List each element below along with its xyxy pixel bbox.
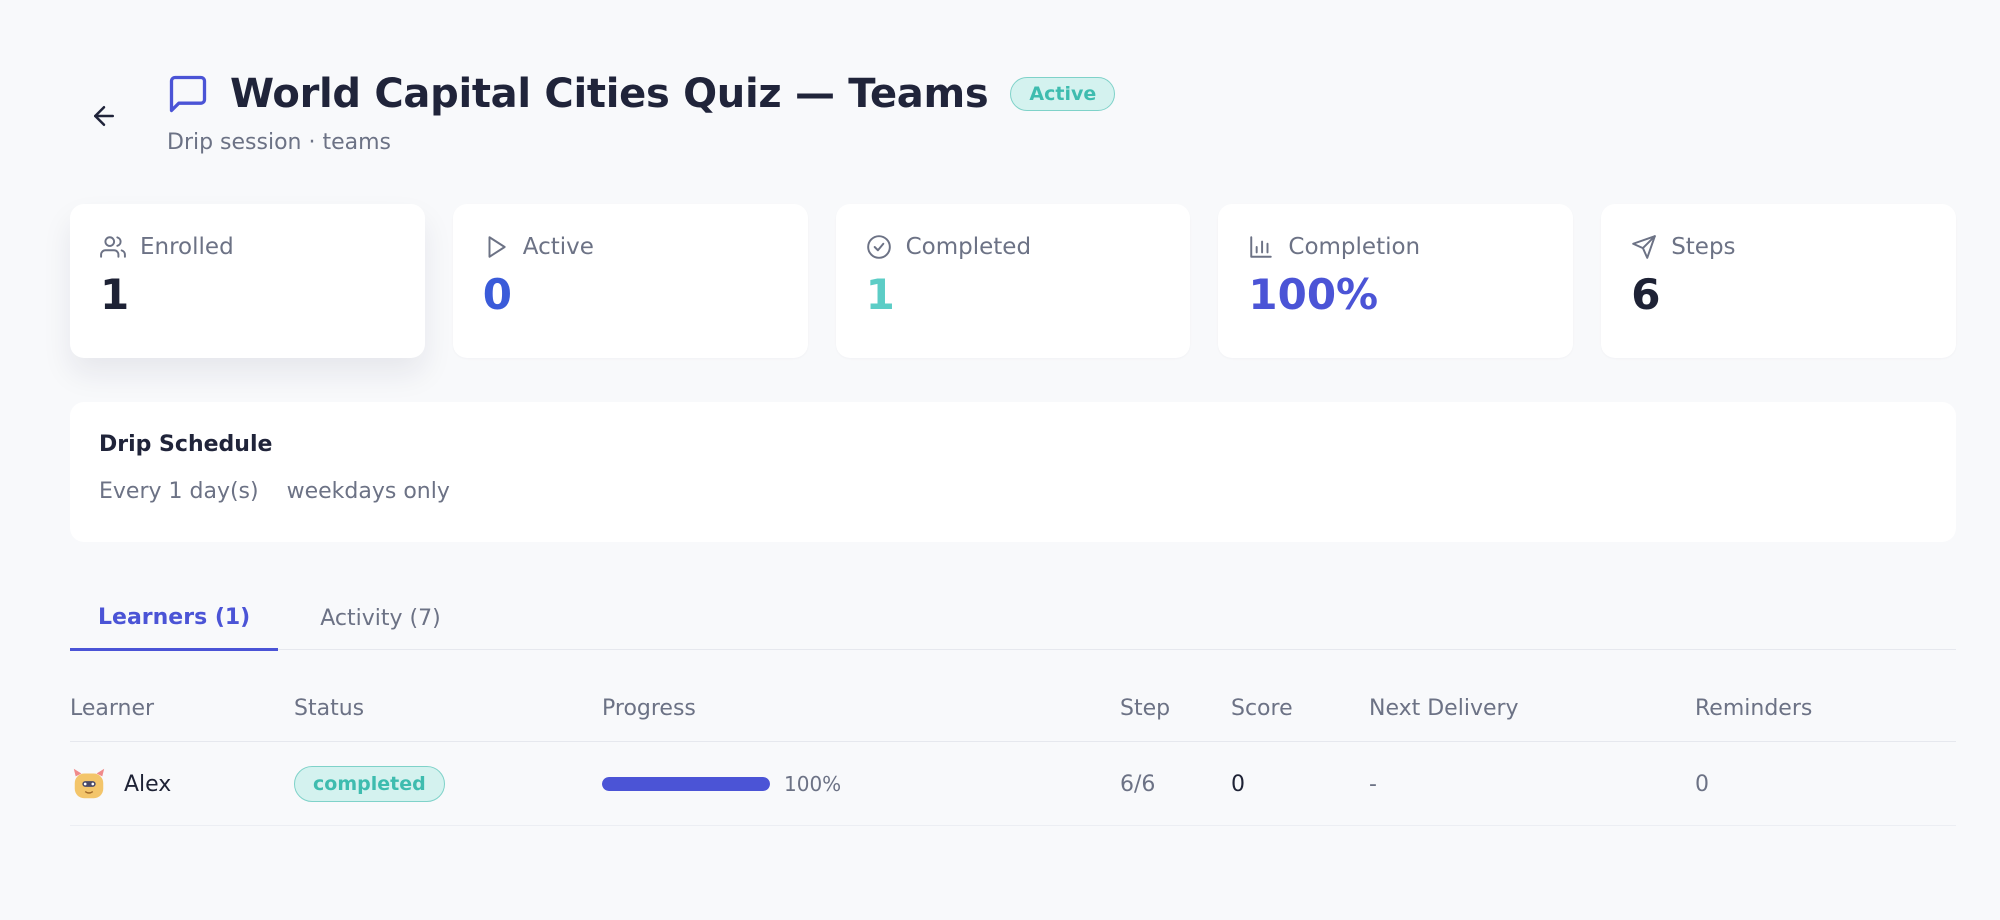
stat-card-active: Active 0 — [452, 204, 808, 358]
users-icon — [100, 236, 126, 258]
tab-bar: Learners (1) Activity (7) — [70, 586, 1956, 651]
stat-card-enrolled: Enrolled 1 — [70, 204, 425, 358]
back-button[interactable] — [80, 92, 128, 140]
score-cell: 0 — [1231, 771, 1245, 797]
stat-value: 100% — [1248, 270, 1379, 319]
reminders-cell: 0 — [1695, 771, 1709, 797]
stat-value: 0 — [482, 270, 513, 319]
tab-learners[interactable]: Learners (1) — [70, 586, 279, 651]
progress-cell: 100% — [602, 742, 841, 826]
title-row: World Capital Cities Quiz — Teams Active — [166, 70, 1116, 118]
column-header-next-delivery[interactable]: Next Delivery — [1369, 696, 1519, 721]
stat-card-completion: Completion 100% — [1218, 204, 1574, 358]
drip-schedule-card: Drip Schedule Every 1 day(s) weekdays on… — [70, 402, 1956, 542]
learner-cell: Alex — [70, 742, 171, 826]
page-subtitle: Drip session · teams — [167, 130, 392, 155]
next-delivery-cell: - — [1369, 771, 1377, 797]
stat-value: 1 — [865, 270, 895, 319]
play-icon — [488, 236, 506, 258]
stat-card-steps: Steps 6 — [1601, 204, 1956, 358]
status-badge: Active — [1010, 77, 1116, 111]
stat-card-completed: Completed 1 — [835, 204, 1191, 358]
column-header-learner[interactable]: Learner — [70, 696, 154, 721]
stat-label: Active — [522, 234, 594, 260]
tab-activity[interactable]: Activity (7) — [292, 586, 468, 650]
stats-row: Enrolled 1 Active 0 Completed 1 Completi… — [70, 204, 1956, 358]
stat-label: Completion — [1288, 234, 1421, 260]
stat-label: Completed — [905, 234, 1032, 260]
avatar — [73, 768, 105, 799]
column-header-step[interactable]: Step — [1120, 696, 1170, 721]
progress-bar-fill — [602, 777, 770, 791]
column-header-progress[interactable]: Progress — [602, 696, 696, 721]
schedule-frequency: Every 1 day(s) — [99, 479, 259, 504]
step-cell: 6/6 — [1120, 771, 1156, 797]
status-badge: completed — [294, 766, 445, 802]
learner-name: Alex — [124, 771, 172, 797]
learners-table: Learner Status Progress Step Score Next … — [70, 680, 1956, 826]
schedule-details: Every 1 day(s) weekdays only — [99, 479, 1927, 504]
page-title: World Capital Cities Quiz — Teams — [230, 71, 989, 117]
schedule-constraint: weekdays only — [286, 479, 450, 504]
table-row[interactable]: Alex completed 100% 6/6 0 - 0 — [70, 742, 1956, 826]
stat-value: 1 — [100, 270, 130, 319]
message-square-icon — [166, 72, 210, 116]
bar-chart-icon — [1250, 236, 1273, 258]
table-header: Learner Status Progress Step Score Next … — [70, 680, 1956, 742]
column-header-status[interactable]: Status — [294, 696, 364, 721]
stat-value: 6 — [1631, 270, 1661, 319]
progress-bar — [602, 777, 770, 791]
arrow-left-icon — [94, 106, 114, 126]
column-header-reminders[interactable]: Reminders — [1695, 696, 1812, 721]
progress-percent: 100% — [784, 772, 842, 796]
column-header-score[interactable]: Score — [1231, 696, 1293, 721]
stat-label: Steps — [1671, 234, 1736, 260]
status-cell: completed — [294, 742, 445, 826]
page-header: World Capital Cities Quiz — Teams Active… — [80, 70, 1280, 170]
schedule-title: Drip Schedule — [99, 432, 273, 457]
stat-label: Enrolled — [140, 234, 234, 260]
check-circle-icon — [866, 235, 891, 259]
send-icon — [1632, 235, 1656, 259]
